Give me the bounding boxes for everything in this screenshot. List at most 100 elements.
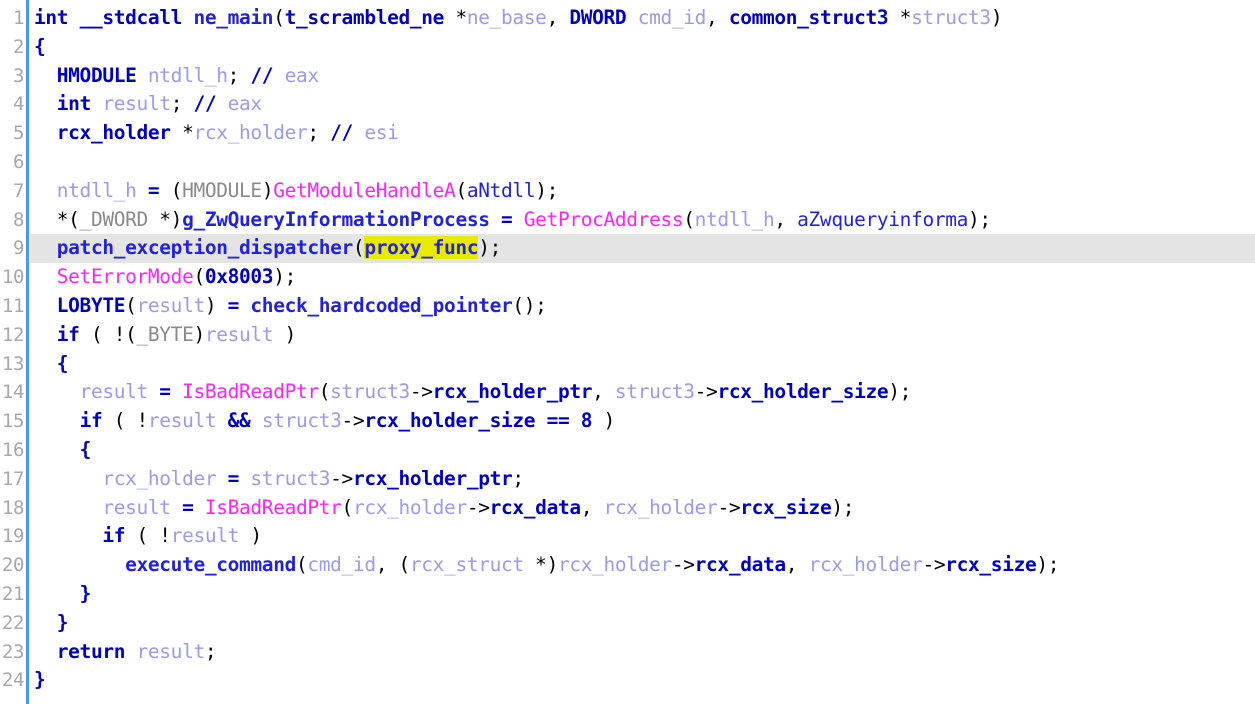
code-token[interactable]: ->: [922, 553, 945, 576]
code-line[interactable]: [34, 148, 1255, 177]
code-token[interactable]: }: [34, 668, 46, 691]
code-token[interactable]: ->: [330, 467, 353, 490]
code-token[interactable]: ( !(: [80, 323, 137, 346]
code-token[interactable]: );: [888, 380, 911, 403]
code-token[interactable]: [182, 6, 193, 29]
code-token[interactable]: struct3: [262, 409, 342, 432]
code-token[interactable]: ,: [774, 208, 797, 231]
code-token[interactable]: rcx_holder: [809, 553, 923, 576]
code-token[interactable]: _DWORD: [80, 208, 149, 231]
code-token[interactable]: ->: [342, 409, 365, 432]
code-token[interactable]: result: [205, 323, 274, 346]
code-line[interactable]: {: [34, 350, 1255, 379]
code-token[interactable]: IsBadReadPtr: [182, 380, 319, 403]
code-token[interactable]: proxy_func: [364, 236, 479, 260]
code-token[interactable]: GetProcAddress: [524, 208, 684, 231]
code-token[interactable]: ): [273, 323, 297, 346]
code-token[interactable]: int: [34, 6, 69, 29]
code-line[interactable]: result = IsBadReadPtr(struct3->rcx_holde…: [34, 378, 1255, 407]
code-token[interactable]: result: [148, 409, 217, 432]
code-token[interactable]: aZwqueryinforma: [797, 208, 968, 231]
code-area[interactable]: int __stdcall ne_main(t_scrambled_ne *ne…: [30, 0, 1255, 695]
code-token[interactable]: [34, 496, 102, 519]
code-token[interactable]: result: [137, 294, 206, 317]
code-token[interactable]: if: [102, 524, 125, 547]
code-token[interactable]: 0x8003: [205, 265, 274, 288]
code-token[interactable]: [34, 179, 57, 202]
code-token[interactable]: [137, 64, 148, 87]
code-token[interactable]: HMODULE: [57, 64, 137, 87]
code-token[interactable]: HMODULE: [182, 179, 262, 202]
code-token[interactable]: cmd_id: [307, 553, 376, 576]
code-token[interactable]: (: [342, 496, 354, 519]
code-token[interactable]: esi: [353, 121, 399, 144]
code-token[interactable]: rcx_holder_ptr: [433, 380, 593, 403]
code-token[interactable]: eax: [273, 64, 320, 87]
code-token[interactable]: IsBadReadPtr: [205, 496, 342, 519]
code-line[interactable]: rcx_holder = struct3->rcx_holder_ptr;: [34, 465, 1255, 494]
code-token[interactable]: ne_base: [467, 6, 547, 29]
code-token[interactable]: ->: [695, 380, 718, 403]
code-token[interactable]: //: [193, 92, 216, 115]
code-token[interactable]: rcx_size: [945, 553, 1036, 576]
code-token[interactable]: rcx_holder: [102, 467, 216, 490]
code-token[interactable]: }: [80, 582, 92, 605]
code-token[interactable]: *: [888, 6, 912, 29]
code-token[interactable]: (: [296, 553, 308, 576]
code-line[interactable]: if ( !result ): [34, 522, 1255, 551]
code-token[interactable]: &&: [216, 409, 262, 432]
code-token[interactable]: [34, 553, 125, 576]
code-token[interactable]: (: [273, 6, 285, 29]
code-token[interactable]: ( !: [102, 409, 149, 432]
code-token[interactable]: patch_exception_dispatcher: [57, 236, 353, 259]
code-token[interactable]: common_struct3: [729, 6, 889, 29]
code-token[interactable]: rcx_data: [695, 553, 786, 576]
code-line[interactable]: rcx_holder *rcx_holder; // esi: [34, 119, 1255, 148]
code-token[interactable]: rcx_holder_size: [364, 409, 535, 432]
code-token[interactable]: ;: [228, 64, 251, 87]
code-line[interactable]: int result; // eax: [34, 90, 1255, 119]
code-line[interactable]: int __stdcall ne_main(t_scrambled_ne *ne…: [34, 4, 1255, 33]
code-token[interactable]: (: [455, 179, 467, 202]
code-token[interactable]: [34, 121, 57, 144]
code-token[interactable]: }: [57, 611, 69, 634]
code-token[interactable]: [34, 409, 80, 432]
code-token[interactable]: SetErrorMode: [57, 265, 194, 288]
code-token[interactable]: struct3: [330, 380, 410, 403]
code-token[interactable]: ;: [205, 640, 217, 663]
code-token[interactable]: aNtdll: [467, 179, 536, 202]
code-line[interactable]: execute_command(cmd_id, (rcx_struct *)rc…: [34, 551, 1255, 580]
code-token[interactable]: );: [968, 208, 991, 231]
code-token[interactable]: result: [102, 496, 171, 519]
code-token[interactable]: *: [171, 121, 194, 144]
code-token[interactable]: ne_main: [193, 6, 273, 29]
code-token[interactable]: result: [171, 524, 240, 547]
code-token[interactable]: [34, 352, 57, 375]
code-token[interactable]: rcx_size: [740, 496, 831, 519]
code-token[interactable]: [34, 380, 80, 403]
code-line[interactable]: }: [34, 666, 1255, 695]
code-token[interactable]: ntdll_h: [695, 208, 775, 231]
code-token[interactable]: result: [102, 92, 171, 115]
code-line[interactable]: ntdll_h = (HMODULE)GetModuleHandleA(aNtd…: [34, 177, 1255, 206]
code-token[interactable]: *): [524, 553, 558, 576]
code-token[interactable]: ,: [592, 380, 615, 403]
code-token[interactable]: (: [125, 294, 137, 317]
code-token[interactable]: *: [444, 6, 467, 29]
code-token[interactable]: (: [193, 265, 205, 288]
code-token[interactable]: _BYTE: [137, 323, 194, 346]
code-token[interactable]: eax: [216, 92, 263, 115]
code-token[interactable]: (: [319, 380, 331, 403]
code-token[interactable]: );: [273, 265, 296, 288]
code-token[interactable]: struct3: [911, 6, 991, 29]
code-token[interactable]: [68, 6, 79, 29]
code-line[interactable]: {: [34, 33, 1255, 62]
code-token[interactable]: ;: [171, 92, 194, 115]
code-line[interactable]: }: [34, 580, 1255, 609]
code-token[interactable]: ( !: [125, 524, 172, 547]
code-token[interactable]: *(: [34, 208, 80, 231]
code-token[interactable]: LOBYTE: [57, 294, 126, 317]
code-token[interactable]: =: [216, 467, 250, 490]
code-token[interactable]: //: [330, 121, 353, 144]
code-token[interactable]: );: [535, 179, 558, 202]
